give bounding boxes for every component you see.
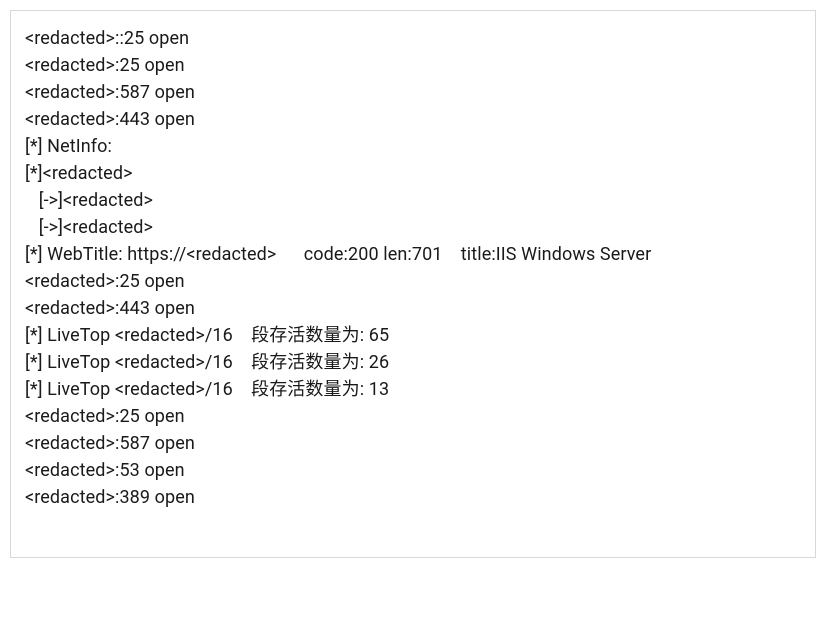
- output-line: [->]<redacted>: [25, 187, 801, 214]
- output-line: [*] WebTitle: https://<redacted> code:20…: [25, 241, 801, 268]
- output-line: <redacted>:443 open: [25, 295, 801, 322]
- output-line: <redacted>:25 open: [25, 52, 801, 79]
- output-line: <redacted>:443 open: [25, 106, 801, 133]
- output-line: <redacted>:587 open: [25, 430, 801, 457]
- output-line: [*] NetInfo:: [25, 133, 801, 160]
- output-line: [->]<redacted>: [25, 214, 801, 241]
- output-line: [*] LiveTop <redacted>/16 段存活数量为: 13: [25, 376, 801, 403]
- output-line: <redacted>:53 open: [25, 457, 801, 484]
- output-line: <redacted>:389 open: [25, 484, 801, 511]
- output-line: <redacted>:25 open: [25, 268, 801, 295]
- terminal-output-box: <redacted>::25 open <redacted>:25 open <…: [10, 10, 816, 558]
- output-line: <redacted>::25 open: [25, 25, 801, 52]
- output-line: <redacted>:25 open: [25, 403, 801, 430]
- output-line: [*]<redacted>: [25, 160, 801, 187]
- output-line: <redacted>:587 open: [25, 79, 801, 106]
- output-line: [*] LiveTop <redacted>/16 段存活数量为: 26: [25, 349, 801, 376]
- output-line: [*] LiveTop <redacted>/16 段存活数量为: 65: [25, 322, 801, 349]
